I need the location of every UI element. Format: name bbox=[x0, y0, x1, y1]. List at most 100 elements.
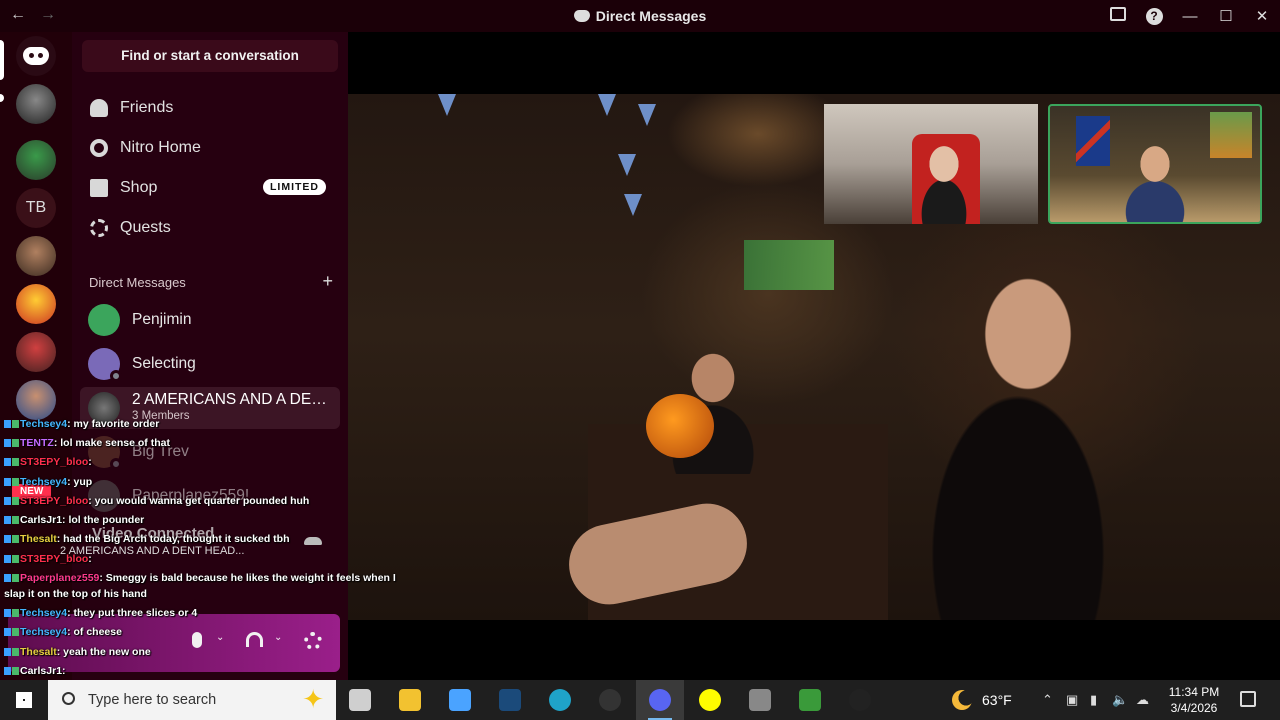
taskbar-app-obs[interactable] bbox=[586, 680, 634, 720]
sub-badge-icon bbox=[12, 555, 19, 563]
maximize-button[interactable]: ☐ bbox=[1208, 7, 1244, 25]
shop-icon bbox=[90, 179, 108, 197]
find-conversation-button[interactable]: Find or start a conversation bbox=[82, 40, 338, 72]
sub-badge-icon bbox=[4, 667, 11, 675]
flag-decoration bbox=[1076, 116, 1110, 166]
chat-message: Techsey4: they put three slices or 4 bbox=[4, 607, 197, 619]
notification-icon[interactable] bbox=[1240, 691, 1256, 707]
taskbar-search[interactable]: Type here to search ✦ bbox=[48, 680, 336, 720]
taskbar-app-app-green[interactable] bbox=[786, 680, 834, 720]
minimize-button[interactable]: — bbox=[1172, 8, 1208, 25]
sub-badge-icon bbox=[12, 497, 19, 505]
dm-item-selecting[interactable]: Selecting bbox=[80, 343, 340, 385]
nav-friends[interactable]: Friends bbox=[80, 89, 340, 127]
discord-icon bbox=[573, 10, 590, 22]
chat-username: ST3EPY_bloo bbox=[20, 553, 89, 565]
server-icon[interactable] bbox=[16, 332, 56, 372]
taskbar-app-app-record[interactable] bbox=[836, 680, 884, 720]
cloud-icon[interactable]: ☁ bbox=[1136, 692, 1149, 708]
device-icon[interactable]: ▣ bbox=[1066, 692, 1078, 708]
task-view-icon bbox=[349, 689, 371, 711]
search-icon bbox=[62, 692, 75, 705]
nav-quests[interactable]: Quests bbox=[80, 209, 340, 247]
decoration bbox=[618, 154, 636, 176]
inbox-icon bbox=[1110, 7, 1126, 21]
sub-badge-icon bbox=[4, 555, 11, 563]
taskbar: Type here to search ✦ 63°F ⌃ ▣ ▮ 🔈 ☁ 11:… bbox=[0, 680, 1280, 720]
sub-badge-icon bbox=[4, 516, 11, 524]
sub-badge-icon bbox=[12, 478, 19, 486]
weather-widget[interactable]: 63°F bbox=[952, 680, 1012, 720]
sub-badge-icon bbox=[4, 420, 11, 428]
chat-text: : yup bbox=[67, 476, 93, 488]
taskbar-app-edge[interactable] bbox=[536, 680, 584, 720]
server-icon[interactable] bbox=[16, 140, 56, 180]
sub-badge-icon bbox=[4, 497, 11, 505]
taskbar-app-snapchat[interactable] bbox=[686, 680, 734, 720]
windows-start-icon[interactable] bbox=[16, 692, 32, 708]
quests-icon bbox=[90, 219, 108, 237]
help-button[interactable]: ? bbox=[1136, 7, 1172, 25]
home-button[interactable] bbox=[16, 36, 56, 76]
battery-icon[interactable]: ▮ bbox=[1090, 692, 1097, 708]
chat-text: : yeah the new one bbox=[56, 646, 151, 658]
dm-item-penjimin[interactable]: Penjimin bbox=[80, 299, 340, 341]
server-icon[interactable] bbox=[16, 284, 56, 324]
sub-badge-icon bbox=[4, 628, 11, 636]
close-button[interactable]: ✕ bbox=[1244, 7, 1280, 25]
store-icon bbox=[449, 689, 471, 711]
clock[interactable]: 11:34 PM 3/4/2026 bbox=[1164, 684, 1224, 716]
chat-message: Techsey4: yup bbox=[4, 476, 92, 488]
participant bbox=[920, 134, 968, 224]
participant-video-2[interactable] bbox=[1048, 104, 1262, 224]
sub-badge-icon bbox=[4, 478, 11, 486]
moon-icon bbox=[952, 690, 972, 710]
nitro-icon bbox=[90, 139, 108, 157]
server-icon[interactable] bbox=[16, 236, 56, 276]
taskbar-app-file-explorer[interactable] bbox=[386, 680, 434, 720]
server-icon[interactable] bbox=[16, 380, 56, 420]
sub-badge-icon bbox=[12, 535, 19, 543]
chat-username: CarlsJr1 bbox=[20, 665, 63, 677]
server-icon-tb[interactable]: TB bbox=[16, 188, 56, 228]
taskbar-app-app-bird[interactable] bbox=[736, 680, 784, 720]
help-icon: ? bbox=[1145, 8, 1163, 25]
taskbar-app-discord[interactable] bbox=[636, 680, 684, 720]
dm-section-header: Direct Messages + bbox=[89, 271, 333, 291]
app-bird-icon bbox=[749, 689, 771, 711]
sub-badge-icon bbox=[12, 516, 19, 524]
chat-text: : lol the pounder bbox=[62, 514, 145, 526]
server-icon[interactable] bbox=[16, 84, 56, 124]
taskbar-app-steam[interactable] bbox=[486, 680, 534, 720]
video-stage bbox=[348, 32, 1280, 680]
taskbar-app-task-view[interactable] bbox=[336, 680, 384, 720]
chat-message: Techsey4: my favorite order bbox=[4, 418, 159, 430]
chat-text: : of cheese bbox=[67, 626, 122, 638]
inbox-button[interactable] bbox=[1100, 7, 1136, 25]
sub-badge-icon bbox=[12, 439, 19, 447]
chat-text: slap it on the top of his hand bbox=[4, 588, 147, 600]
chat-username: Techsey4 bbox=[20, 607, 68, 619]
chat-message: Thesalt: yeah the new one bbox=[4, 646, 151, 658]
chevron-up-icon[interactable]: ⌃ bbox=[1042, 692, 1053, 708]
selected-indicator bbox=[0, 40, 4, 80]
sub-badge-icon bbox=[4, 439, 11, 447]
nav-shop[interactable]: Shop LIMITED bbox=[80, 169, 340, 207]
create-dm-button[interactable]: + bbox=[322, 271, 333, 292]
decoration bbox=[624, 194, 642, 216]
chat-message: Thesalt: had the Big Arch today, thought… bbox=[4, 533, 290, 545]
chat-username: Paperplanez559 bbox=[20, 572, 100, 584]
chat-username: TENTZ bbox=[20, 437, 54, 449]
chat-text: : bbox=[88, 553, 92, 565]
taskbar-app-store[interactable] bbox=[436, 680, 484, 720]
chat-username: Techsey4 bbox=[20, 418, 68, 430]
obs-icon bbox=[599, 689, 621, 711]
chat-text: : Smeggy is bald because he likes the we… bbox=[99, 572, 396, 584]
chat-username: Techsey4 bbox=[20, 476, 68, 488]
chat-message: CarlsJr1: bbox=[4, 665, 66, 677]
participant-video-1[interactable] bbox=[824, 104, 1038, 224]
volume-icon[interactable]: 🔈 bbox=[1112, 692, 1128, 708]
sub-badge-icon bbox=[12, 628, 19, 636]
unread-indicator bbox=[0, 94, 4, 102]
nav-nitro-home[interactable]: Nitro Home bbox=[80, 129, 340, 167]
